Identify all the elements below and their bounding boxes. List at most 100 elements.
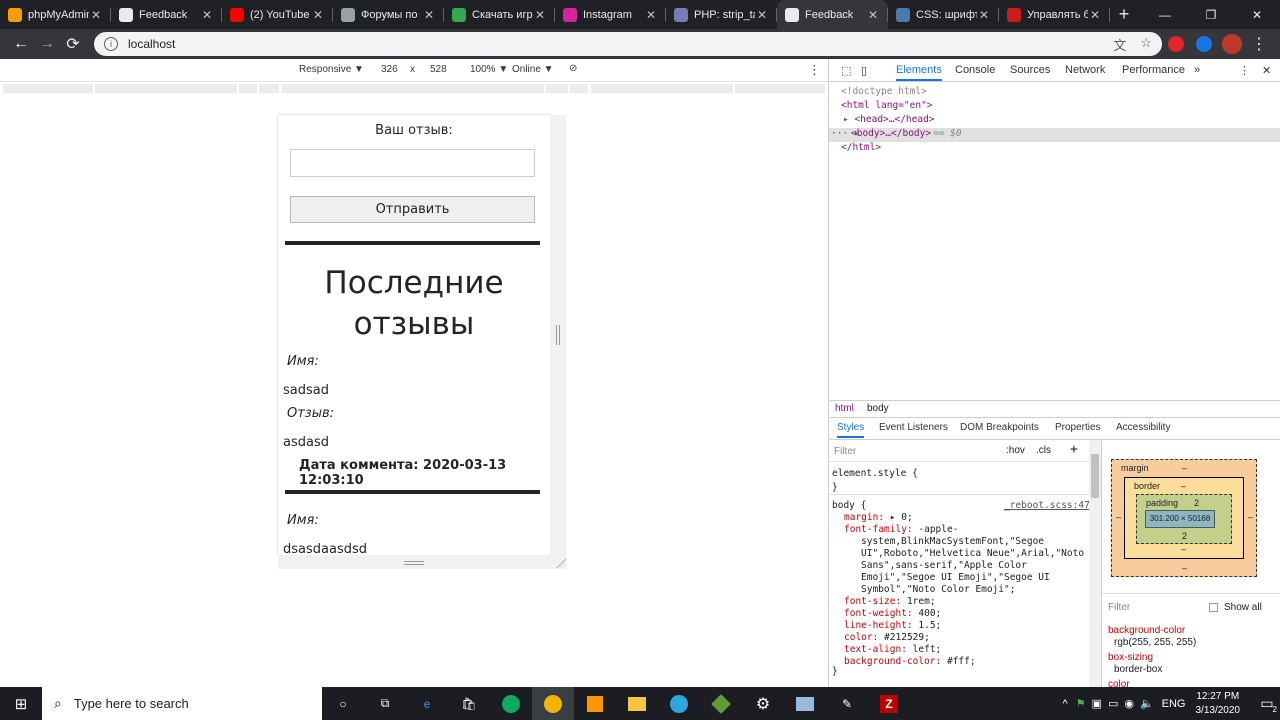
- dom-html-close[interactable]: </html>: [841, 142, 881, 153]
- network-icon[interactable]: ◉: [1124, 697, 1134, 710]
- translate-icon[interactable]: 文: [1113, 35, 1126, 54]
- tab-close-icon[interactable]: ✕: [89, 8, 103, 22]
- profile-avatar[interactable]: [1218, 31, 1246, 57]
- taskbar-search[interactable]: ⌕ Type here to search: [42, 687, 322, 720]
- opera-extension-icon[interactable]: [1162, 31, 1190, 57]
- photos-icon[interactable]: [784, 687, 826, 720]
- back-button[interactable]: ←: [8, 31, 34, 57]
- css-declaration[interactable]: text-align: left;: [844, 644, 941, 655]
- reload-button[interactable]: ⟳: [60, 31, 86, 57]
- dom-head-row[interactable]: ▸ <head>…</head>: [843, 114, 935, 125]
- zoom-select[interactable]: 100% ▼: [470, 64, 508, 75]
- rotate-icon[interactable]: ⊘: [569, 63, 577, 74]
- devtools-menu-icon[interactable]: ⋮: [1239, 64, 1250, 77]
- tab-close-icon[interactable]: ✕: [755, 8, 769, 22]
- subtab-dom-breakpoints[interactable]: DOM Breakpoints: [960, 422, 1039, 433]
- browser-tab[interactable]: Управлять б ✕: [999, 0, 1110, 29]
- browser-tab[interactable]: Форумы по ✕: [333, 0, 444, 29]
- media-query-ruler[interactable]: [0, 82, 828, 97]
- tab-close-icon[interactable]: ✕: [977, 8, 991, 22]
- cortana-icon[interactable]: ○: [322, 687, 364, 720]
- tab-elements[interactable]: Elements: [896, 64, 942, 81]
- language-indicator[interactable]: ENG: [1162, 698, 1186, 710]
- box-margin[interactable]: margin – – – – border – – padding 2 2 30…: [1111, 459, 1257, 577]
- tray-image-icon[interactable]: ▣: [1092, 697, 1102, 710]
- box-padding[interactable]: padding 2 2 301.200 × 50168: [1136, 494, 1232, 544]
- breadcrumb-html[interactable]: html: [835, 403, 854, 414]
- task-view-icon[interactable]: ⧉: [364, 687, 406, 720]
- browser-tab[interactable]: Instagram ✕: [555, 0, 666, 29]
- rule-selector[interactable]: body {: [832, 500, 866, 511]
- subtab-event-listeners[interactable]: Event Listeners: [879, 422, 948, 433]
- battery-icon[interactable]: ▭: [1108, 697, 1118, 710]
- devtools-close-icon[interactable]: ✕: [1262, 64, 1271, 77]
- settings-gear-icon[interactable]: ⚙: [742, 687, 784, 720]
- feedback-input[interactable]: [290, 149, 535, 177]
- show-all-checkbox[interactable]: [1209, 603, 1218, 612]
- inspect-icon[interactable]: ⬚: [841, 64, 851, 77]
- css-declaration[interactable]: system,BlinkMacSystemFont,"Segoe: [861, 536, 1044, 547]
- resize-handle-bottom[interactable]: [404, 561, 424, 565]
- subtab-styles[interactable]: Styles: [837, 422, 865, 438]
- css-declaration[interactable]: background-color: #fff;: [844, 656, 976, 667]
- resize-handle-right[interactable]: [556, 325, 560, 345]
- info-icon[interactable]: i: [104, 37, 118, 51]
- browser-tab[interactable]: Feedback ✕: [111, 0, 222, 29]
- css-declaration[interactable]: font-family: -apple-: [844, 524, 958, 535]
- edge-icon[interactable]: e: [406, 687, 448, 720]
- tab-close-icon[interactable]: ✕: [311, 8, 325, 22]
- sublime-icon[interactable]: [574, 687, 616, 720]
- css-declaration[interactable]: color: #212529;: [844, 632, 930, 643]
- network-throttle-select[interactable]: Online ▼: [512, 64, 554, 75]
- dom-html-open[interactable]: <html lang="en">: [841, 100, 933, 111]
- new-tab-button[interactable]: +: [1110, 0, 1138, 29]
- tab-close-icon[interactable]: ✕: [1088, 8, 1102, 22]
- css-declaration[interactable]: Emoji","Segoe UI Emoji","Segoe UI: [861, 572, 1050, 583]
- clock[interactable]: 12:27 PM 3/13/2020: [1196, 690, 1241, 718]
- store-icon[interactable]: 🛍: [448, 687, 490, 720]
- more-tabs-icon[interactable]: »: [1194, 64, 1200, 76]
- tab-close-icon[interactable]: ✕: [533, 8, 547, 22]
- subtab-properties[interactable]: Properties: [1055, 422, 1101, 433]
- browser-tab[interactable]: Feedback ✕: [777, 0, 888, 29]
- submit-button[interactable]: Отправить: [290, 196, 535, 223]
- subtab-accessibility[interactable]: Accessibility: [1116, 422, 1170, 433]
- tab-close-icon[interactable]: ✕: [644, 8, 658, 22]
- css-declaration[interactable]: margin: ▸ 0;: [844, 512, 913, 523]
- minimize-button[interactable]: —: [1142, 0, 1188, 29]
- computed-property[interactable]: background-color: [1108, 625, 1185, 636]
- telegram-icon[interactable]: [658, 687, 700, 720]
- menu-icon[interactable]: ⋮: [1246, 31, 1272, 57]
- filezilla-icon[interactable]: Z: [868, 687, 910, 720]
- device-mode-select[interactable]: Responsive ▼: [299, 64, 364, 75]
- tab-close-icon[interactable]: ✕: [422, 8, 436, 22]
- styles-scrollbar[interactable]: [1089, 440, 1101, 687]
- device-toggle-icon[interactable]: ▯: [861, 64, 867, 77]
- element-style-selector[interactable]: element.style {: [832, 468, 918, 479]
- chrome-icon[interactable]: [532, 687, 574, 720]
- skype-icon[interactable]: [490, 687, 532, 720]
- breadcrumb-body[interactable]: body: [867, 403, 889, 414]
- vpn-extension-icon[interactable]: [1190, 31, 1218, 57]
- git-icon[interactable]: [700, 687, 742, 720]
- dom-body-row[interactable]: ··· ▸ <body>…</body> == $0: [829, 128, 1280, 142]
- css-declaration[interactable]: Symbol","Noto Color Emoji";: [861, 584, 1015, 595]
- css-declaration[interactable]: line-height: 1.5;: [844, 620, 941, 631]
- browser-tab[interactable]: PHP: strip_ta ✕: [666, 0, 777, 29]
- star-icon[interactable]: ☆: [1140, 35, 1152, 54]
- tab-performance[interactable]: Performance: [1122, 64, 1185, 76]
- address-bar[interactable]: i localhost 文 ☆: [94, 32, 1162, 56]
- browser-tab[interactable]: CSS: шрифт ✕: [888, 0, 999, 29]
- box-border[interactable]: border – – padding 2 2 301.200 × 50168: [1124, 477, 1244, 559]
- add-rule-button[interactable]: +: [1070, 442, 1078, 457]
- css-declaration[interactable]: font-size: 1rem;: [844, 596, 936, 607]
- tab-sources[interactable]: Sources: [1010, 64, 1050, 76]
- windows-start-icon[interactable]: ⊞: [0, 687, 42, 720]
- browser-tab[interactable]: phpMyAdmin ✕: [0, 0, 111, 29]
- styles-filter-input[interactable]: Filter: [834, 446, 856, 457]
- rule-source-link[interactable]: _reboot.scss:47: [1004, 500, 1090, 511]
- tray-chevron-icon[interactable]: ^: [1062, 698, 1067, 710]
- tray-flag-icon[interactable]: ⚑: [1076, 697, 1086, 710]
- file-explorer-icon[interactable]: [616, 687, 658, 720]
- computed-property[interactable]: box-sizing: [1108, 652, 1153, 663]
